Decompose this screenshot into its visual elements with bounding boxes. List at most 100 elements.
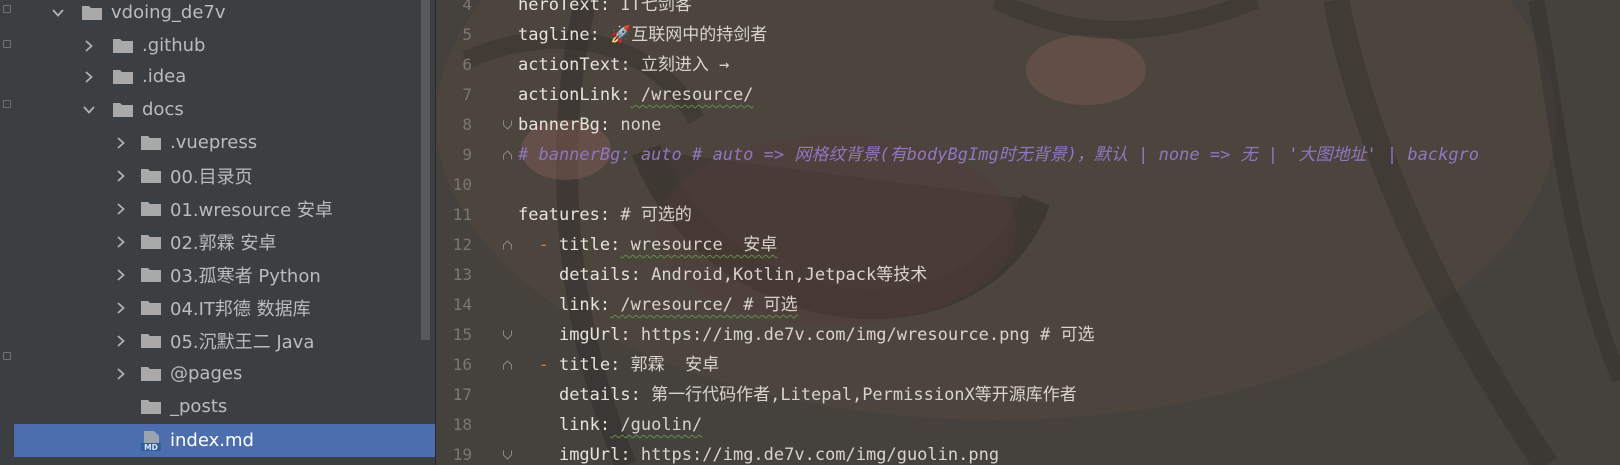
- line-number: 7: [462, 85, 472, 104]
- tree-item-label: 02.郭霖 安卓: [170, 232, 277, 254]
- tree-item-label: 01.wresource 安卓: [170, 199, 333, 221]
- code-editor[interactable]: 4 5 6 7 8 9 10 11 12 13 14 15 16 17 18 1…: [436, 0, 1620, 465]
- markdown-file-icon: MD: [140, 430, 162, 452]
- folder-icon: [140, 134, 162, 151]
- folder-icon: [112, 68, 134, 85]
- tree-item-idea[interactable]: .idea: [14, 60, 435, 93]
- tree-item-05[interactable]: 05.沉默王二 Java: [14, 324, 435, 357]
- line-number-gutter: 4 5 6 7 8 9 10 11 12 13 14 15 16 17 18 1…: [436, 0, 518, 465]
- line-number: 8: [462, 115, 472, 134]
- code-line[interactable]: details: Android,Kotlin,Jetpack等技术: [518, 260, 927, 290]
- code-line[interactable]: features: # 可选的: [518, 200, 692, 230]
- tree-item-label: 04.IT邦德 数据库: [170, 298, 311, 320]
- line-number: 19: [452, 445, 472, 464]
- code-line[interactable]: details: 第一行代码作者,Litepal,PermissionX等开源库…: [518, 380, 1077, 410]
- fold-start-icon[interactable]: [503, 240, 512, 250]
- folder-icon: [140, 266, 162, 283]
- tree-item-01[interactable]: 01.wresource 安卓: [14, 192, 435, 225]
- line-number: 17: [452, 385, 472, 404]
- code-line-comment[interactable]: # bannerBg: auto # auto => 网格纹背景(有bodyBg…: [518, 140, 1479, 170]
- chevron-right-icon[interactable]: [112, 134, 130, 152]
- code-line[interactable]: actionText: 立刻进入 →: [518, 50, 729, 80]
- chevron-right-icon[interactable]: [112, 365, 130, 383]
- tree-item-docs[interactable]: docs: [14, 93, 435, 126]
- chevron-right-icon[interactable]: [112, 200, 130, 218]
- tree-item-index-md[interactable]: MD index.md: [14, 424, 435, 457]
- chevron-right-icon[interactable]: [80, 68, 98, 86]
- strip-marker-icon[interactable]: [3, 40, 11, 48]
- strip-marker-icon[interactable]: [3, 5, 11, 13]
- strip-marker-icon[interactable]: [3, 100, 11, 108]
- tree-item-posts[interactable]: _posts: [14, 390, 435, 423]
- tree-item-github[interactable]: .github: [14, 29, 435, 62]
- fold-end-icon[interactable]: [503, 330, 512, 340]
- project-tree-panel: vdoing_de7v .github .idea docs .vuepress…: [14, 0, 435, 465]
- code-line[interactable]: imgUrl: https://img.de7v.com/img/guolin.…: [518, 440, 999, 465]
- line-number: 10: [452, 175, 472, 194]
- code-line[interactable]: link: /guolin/: [518, 410, 702, 440]
- folder-icon: [140, 167, 162, 184]
- tree-item-label: @pages: [170, 363, 243, 384]
- fold-end-icon[interactable]: [503, 450, 512, 460]
- folder-icon: [112, 101, 134, 118]
- chevron-right-icon[interactable]: [112, 167, 130, 185]
- chevron-right-icon[interactable]: [112, 332, 130, 350]
- code-line[interactable]: actionLink: /wresource/: [518, 80, 753, 110]
- line-number: 5: [462, 25, 472, 44]
- strip-marker-icon[interactable]: [3, 352, 11, 360]
- line-number: 4: [462, 0, 472, 14]
- tree-item-label: vdoing_de7v: [111, 2, 226, 23]
- tree-item-label: 03.孤寒者 Python: [170, 265, 321, 287]
- svg-text:MD: MD: [144, 443, 158, 452]
- chevron-right-icon[interactable]: [112, 299, 130, 317]
- folder-icon: [112, 37, 134, 54]
- tree-item-00[interactable]: 00.目录页: [14, 159, 435, 192]
- tree-item-label: docs: [142, 99, 184, 120]
- tree-item-vuepress[interactable]: .vuepress: [14, 126, 435, 159]
- code-line[interactable]: - title: wresource 安卓: [518, 230, 777, 260]
- tree-item-label: 05.沉默王二 Java: [170, 331, 315, 353]
- fold-start-icon[interactable]: [503, 150, 512, 160]
- line-number: 13: [452, 265, 472, 284]
- tree-item-label: index.md: [170, 430, 254, 451]
- tree-item-label: _posts: [170, 396, 228, 417]
- tree-item-03[interactable]: 03.孤寒者 Python: [14, 258, 435, 291]
- line-number: 11: [452, 205, 472, 224]
- code-line[interactable]: bannerBg: none: [518, 110, 661, 140]
- line-number: 15: [452, 325, 472, 344]
- folder-icon: [140, 365, 162, 382]
- tool-window-strip: [0, 0, 15, 465]
- code-line[interactable]: link: /wresource/ # 可选: [518, 290, 798, 320]
- line-number: 6: [462, 55, 472, 74]
- line-number: 9: [462, 145, 472, 164]
- fold-start-icon[interactable]: [503, 360, 512, 370]
- line-number: 14: [452, 295, 472, 314]
- tree-item-04[interactable]: 04.IT邦德 数据库: [14, 291, 435, 324]
- line-number: 18: [452, 415, 472, 434]
- folder-icon: [140, 200, 162, 217]
- folder-icon: [140, 233, 162, 250]
- tree-item-label: .github: [142, 35, 206, 56]
- tree-item-label: .idea: [142, 66, 187, 87]
- folder-icon: [140, 332, 162, 349]
- tree-item-label: .vuepress: [170, 132, 258, 153]
- folder-icon: [140, 398, 162, 415]
- fold-end-icon[interactable]: [503, 120, 512, 130]
- line-number: 12: [452, 235, 472, 254]
- tree-item-label: 00.目录页: [170, 166, 253, 188]
- folder-icon: [81, 4, 103, 21]
- chevron-down-icon[interactable]: [80, 101, 98, 119]
- chevron-right-icon[interactable]: [112, 266, 130, 284]
- tree-item-02[interactable]: 02.郭霖 安卓: [14, 225, 435, 258]
- tree-scrollbar[interactable]: [421, 0, 430, 340]
- chevron-right-icon[interactable]: [80, 37, 98, 55]
- code-line[interactable]: imgUrl: https://img.de7v.com/img/wresour…: [518, 320, 1095, 350]
- code-line[interactable]: - title: 郭霖 安卓: [518, 350, 719, 380]
- tree-item-pages[interactable]: @pages: [14, 357, 435, 390]
- chevron-down-icon[interactable]: [49, 4, 67, 22]
- chevron-right-icon[interactable]: [112, 233, 130, 251]
- folder-icon: [140, 299, 162, 316]
- tree-item-root[interactable]: vdoing_de7v: [14, 0, 435, 29]
- code-line[interactable]: heroText: IT七剑客: [518, 0, 692, 20]
- code-line[interactable]: tagline: 🚀互联网中的持剑者: [518, 20, 767, 50]
